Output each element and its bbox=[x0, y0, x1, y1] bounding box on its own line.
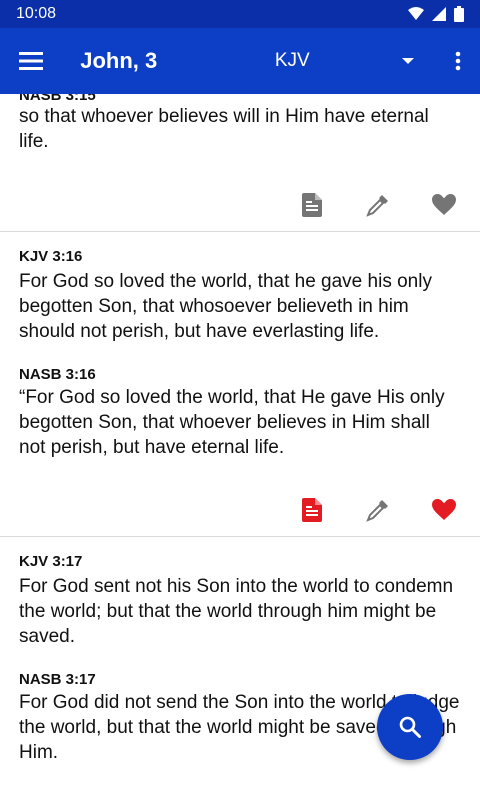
overflow-menu-button[interactable] bbox=[437, 28, 480, 94]
search-icon bbox=[399, 716, 421, 738]
verse-reference: KJV 3:16 bbox=[19, 248, 83, 265]
wifi-icon bbox=[408, 7, 424, 20]
favorite-button[interactable] bbox=[429, 495, 459, 525]
more-vert-icon bbox=[456, 51, 461, 71]
menu-icon bbox=[19, 52, 44, 70]
search-fab[interactable] bbox=[377, 694, 443, 760]
status-bar: 10:08 bbox=[0, 0, 480, 28]
signal-icon bbox=[432, 7, 446, 21]
heart-icon bbox=[432, 194, 456, 215]
verse-text: so that whoever believes will in Him hav… bbox=[19, 106, 429, 152]
highlighter-icon bbox=[366, 500, 388, 522]
verse-reference: NASB 3:17 bbox=[19, 671, 96, 688]
heart-icon bbox=[432, 499, 456, 520]
battery-icon bbox=[454, 6, 464, 22]
verse-text: For God so loved the world, that he gave… bbox=[19, 271, 432, 342]
verse-actions bbox=[19, 183, 461, 227]
version-dropdown-button[interactable] bbox=[380, 28, 437, 94]
menu-button[interactable] bbox=[0, 28, 62, 94]
verse-reference: KJV 3:17 bbox=[19, 553, 83, 570]
note-icon bbox=[302, 498, 322, 522]
status-time: 10:08 bbox=[16, 5, 57, 22]
note-button[interactable] bbox=[297, 190, 327, 220]
app-bar: John, 3 KJV bbox=[0, 28, 480, 94]
highlight-button[interactable] bbox=[363, 190, 393, 220]
version-selector[interactable]: KJV bbox=[240, 50, 344, 72]
highlight-button[interactable] bbox=[363, 495, 393, 525]
highlighter-icon bbox=[366, 195, 388, 217]
page-title: John, 3 bbox=[80, 48, 158, 73]
verse-reference: NASB 3:16 bbox=[19, 366, 96, 383]
status-icons bbox=[408, 6, 464, 22]
verse-reference: NASB 3:15 bbox=[19, 94, 96, 104]
note-button[interactable] bbox=[297, 495, 327, 525]
note-icon bbox=[302, 193, 322, 217]
verse-list[interactable]: NASB 3:15 so that whoever believes will … bbox=[0, 94, 480, 791]
dropdown-arrow-icon bbox=[402, 58, 415, 64]
verse-text: For God sent not his Son into the world … bbox=[19, 576, 454, 647]
verse-card: KJV 3:16 For God so loved the world, tha… bbox=[0, 232, 480, 537]
verse-text: “For God so loved the world, that He gav… bbox=[19, 387, 445, 458]
verse-actions bbox=[19, 488, 461, 532]
verse-card: NASB 3:15 so that whoever believes will … bbox=[0, 94, 480, 232]
favorite-button[interactable] bbox=[429, 190, 459, 220]
